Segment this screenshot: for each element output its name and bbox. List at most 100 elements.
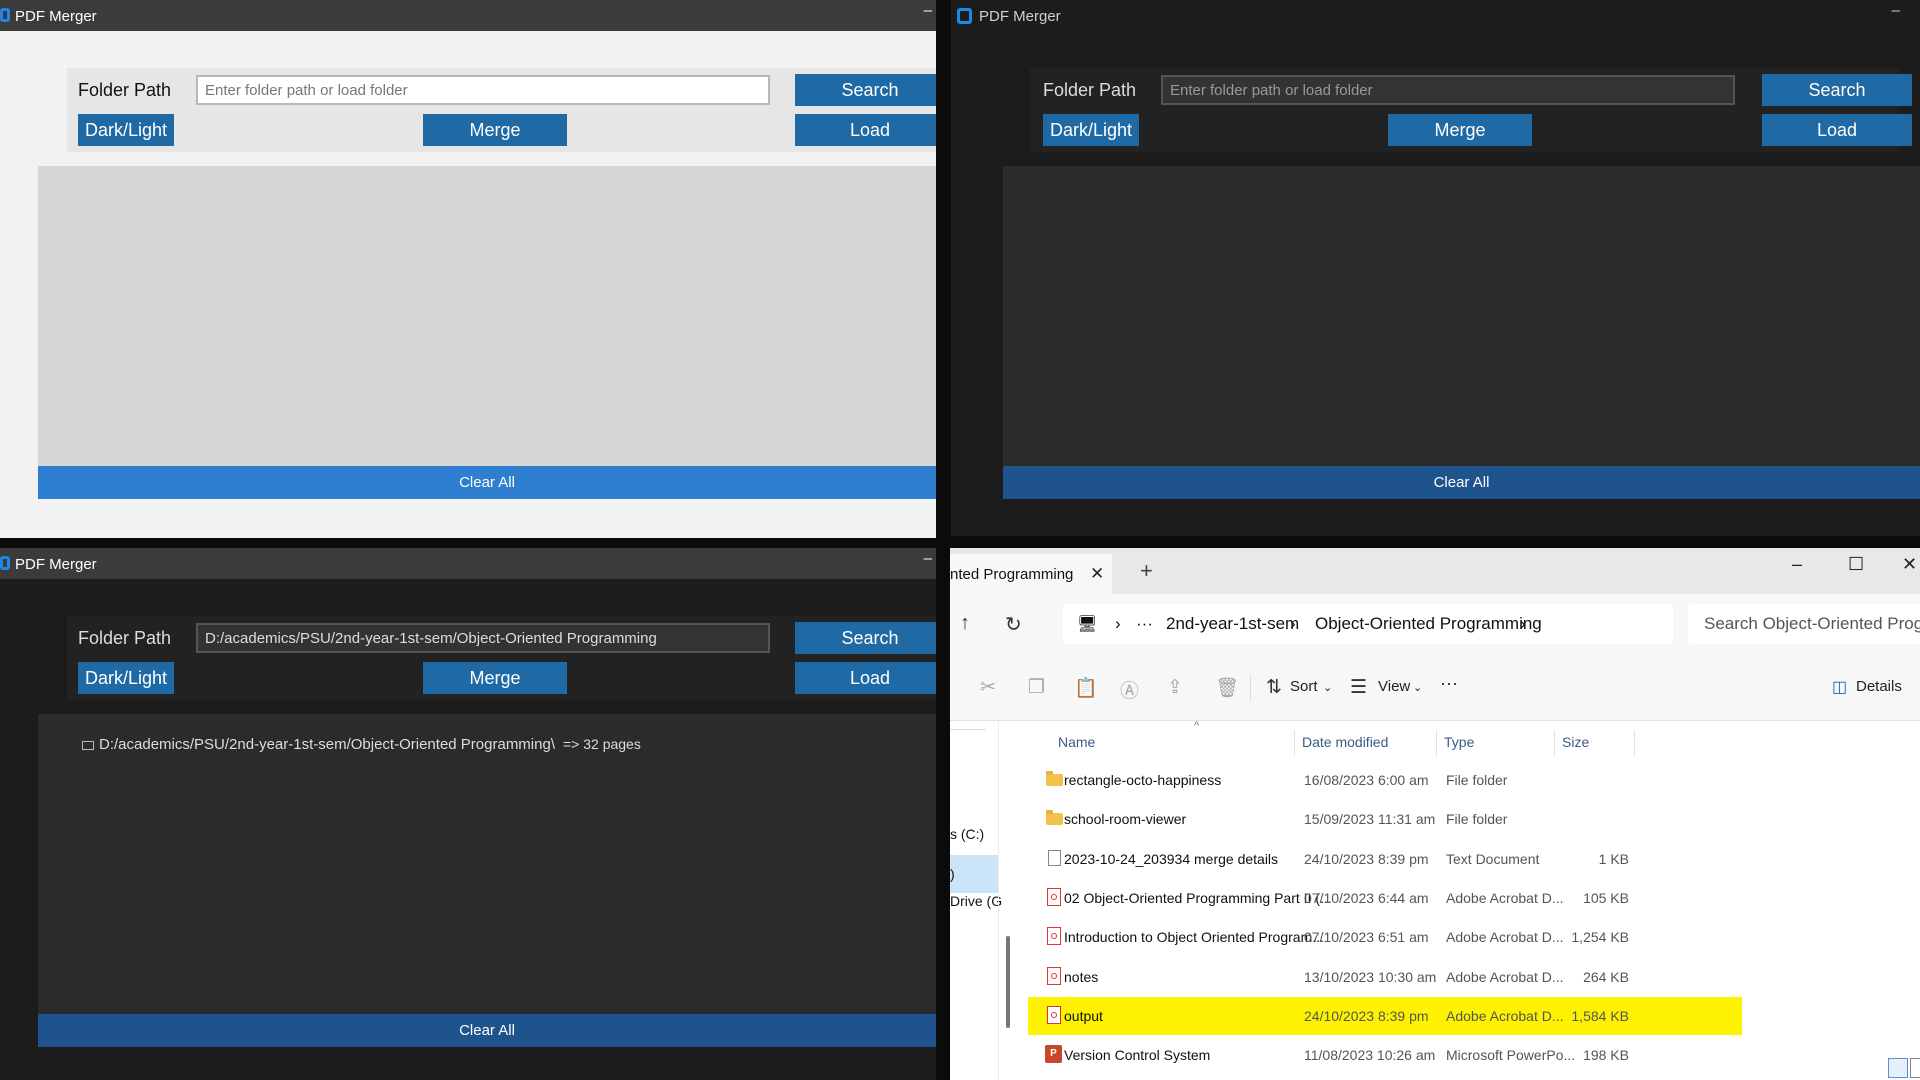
pdf-icon — [1047, 1005, 1061, 1024]
app-icon — [0, 8, 10, 22]
load-button[interactable]: Load — [1762, 114, 1912, 146]
pdf-icon — [1047, 887, 1061, 906]
copy-icon[interactable]: ❐ — [1028, 676, 1045, 699]
file-size: 105 KB — [1583, 889, 1629, 906]
column-header-size[interactable]: Size — [1562, 734, 1589, 750]
merge-button[interactable]: Merge — [423, 114, 567, 146]
file-row[interactable]: notes 13/10/2023 10:30 am Adobe Acrobat D.… — [1028, 958, 1742, 996]
tree-item-folder[interactable]: D:/academics/PSU/2nd-year-1st-sem/Object… — [82, 736, 641, 753]
minimize-button[interactable]: – — [1892, 2, 1900, 19]
refresh-icon[interactable]: ↻ — [1005, 612, 1022, 637]
file-row[interactable]: P Version Control System 11/08/2023 10:26 … — [1028, 1036, 1742, 1074]
minimize-button[interactable]: – — [924, 2, 932, 19]
folder-path-input[interactable] — [196, 623, 770, 653]
file-list-area[interactable] — [1003, 166, 1920, 466]
minimize-button[interactable]: – — [1792, 554, 1802, 575]
load-button[interactable]: Load — [795, 114, 936, 146]
load-button[interactable]: Load — [795, 662, 936, 694]
thumbnail-view-icon[interactable] — [1910, 1058, 1920, 1078]
column-divider — [1294, 730, 1295, 756]
nav-item-drive-c[interactable]: s (C:) — [950, 826, 984, 842]
column-header-name[interactable]: Name — [1058, 734, 1095, 750]
file-name: Version Control System — [1064, 1047, 1211, 1064]
file-size: 264 KB — [1583, 968, 1629, 985]
file-date: 15/09/2023 11:31 am — [1304, 811, 1436, 828]
search-button[interactable]: Search — [795, 622, 936, 654]
details-button[interactable]: Details — [1856, 678, 1902, 695]
maximize-button[interactable]: ☐ — [1848, 554, 1864, 575]
column-header-date[interactable]: Date modified — [1302, 734, 1388, 750]
paste-icon[interactable]: 📋 — [1074, 676, 1098, 700]
file-name: rectangle-octo-happiness — [1064, 772, 1222, 788]
file-row[interactable]: school-room-viewer 15/09/2023 11:31 am Fil… — [1028, 800, 1742, 838]
nav-item-drive-g[interactable]: Drive (G — [950, 893, 1002, 909]
close-tab-icon[interactable]: ✕ — [1090, 564, 1104, 584]
sort-button[interactable]: Sort — [1290, 678, 1318, 695]
file-date: 07/10/2023 6:51 am — [1304, 929, 1429, 946]
minimize-button[interactable]: – — [924, 550, 932, 567]
app-icon — [957, 8, 972, 24]
chevron-right-icon: › — [1290, 614, 1296, 633]
share-icon[interactable]: ⇪ — [1167, 676, 1183, 699]
file-size: 1,254 KB — [1571, 929, 1629, 946]
file-name: school-room-viewer — [1064, 811, 1187, 828]
file-date: 24/10/2023 8:39 pm — [1304, 1007, 1429, 1024]
file-row[interactable]: 02 Object-Oriented Programming Part II (… — [1028, 879, 1742, 917]
file-row[interactable]: 2023-10-24_203934 merge details 24/10/202… — [1028, 840, 1742, 878]
merge-button[interactable]: Merge — [1388, 114, 1532, 146]
close-button[interactable]: ✕ — [1902, 554, 1917, 575]
dark-light-button[interactable]: Dark/Light — [1043, 114, 1139, 146]
file-list-area[interactable]: D:/academics/PSU/2nd-year-1st-sem/Object… — [38, 714, 936, 1014]
window-title: PDF Merger — [15, 556, 97, 573]
nav-item-selected[interactable]: ) — [950, 855, 998, 893]
clear-all-button[interactable]: Clear All — [1003, 466, 1920, 499]
column-divider — [1634, 730, 1635, 756]
file-row[interactable]: output 24/10/2023 8:39 pm Adobe Acrobat D.… — [1028, 996, 1742, 1035]
nav-pane-header-line — [950, 729, 986, 730]
navigation-bar: ↑ ↻ 🖥 › ··· 2nd-year-1st-sem › Object-Or… — [950, 594, 1920, 656]
address-bar[interactable]: 🖥 › ··· 2nd-year-1st-sem › Object-Orient… — [1063, 604, 1673, 644]
new-tab-icon[interactable]: + — [1140, 558, 1153, 584]
rename-icon[interactable]: Ⓐ — [1120, 676, 1139, 703]
title-bar: PDF Merger – — [951, 0, 1920, 31]
view-button[interactable]: View — [1378, 678, 1410, 695]
search-button[interactable]: Search — [1762, 74, 1912, 106]
file-list-area[interactable] — [38, 166, 936, 466]
chevron-right-icon: › — [1520, 614, 1526, 633]
folder-path-input[interactable] — [196, 75, 770, 105]
file-size: 1 KB — [1598, 850, 1629, 867]
tab-object-oriented-programming[interactable]: nted Programming ✕ — [950, 554, 1112, 594]
more-path-icon[interactable]: ··· — [1136, 614, 1153, 634]
title-bar: PDF Merger – — [0, 548, 936, 579]
pdf-merger-window-dark: PDF Merger – Folder Path Search Dark/Lig… — [951, 0, 1920, 536]
pdf-merger-window-loaded: PDF Merger – Folder Path Search Dark/Lig… — [0, 548, 936, 1080]
breadcrumb-item[interactable]: 2nd-year-1st-sem — [1166, 614, 1299, 634]
nav-scrollbar[interactable] — [1006, 936, 1010, 1028]
text-file-icon — [1048, 849, 1061, 866]
file-name: 02 Object-Oriented Programming Part II (… — [1064, 889, 1332, 906]
delete-icon[interactable]: 🗑 — [1215, 676, 1239, 700]
cut-icon[interactable]: ✂ — [980, 676, 996, 699]
search-box[interactable]: Search Object-Oriented Progra — [1688, 604, 1920, 644]
details-pane-icon: ◫ — [1832, 679, 1848, 696]
folder-path-input[interactable] — [1161, 75, 1735, 105]
up-arrow-icon[interactable]: ↑ — [960, 612, 970, 635]
merge-button[interactable]: Merge — [423, 662, 567, 694]
window-title: PDF Merger — [15, 8, 97, 25]
search-button[interactable]: Search — [795, 74, 936, 106]
ppt-icon: P — [1045, 1045, 1062, 1064]
column-header-type[interactable]: Type — [1444, 734, 1474, 750]
file-row[interactable]: Introduction to Object Oriented Program.… — [1028, 918, 1742, 956]
clear-all-button[interactable]: Clear All — [38, 466, 936, 499]
chevron-down-icon: ⌄ — [1413, 682, 1423, 694]
breadcrumb-item[interactable]: Object-Oriented Programming — [1315, 614, 1542, 634]
dark-light-button[interactable]: Dark/Light — [78, 114, 174, 146]
clear-all-button[interactable]: Clear All — [38, 1014, 936, 1047]
more-options-icon[interactable]: ··· — [1440, 673, 1458, 694]
file-row[interactable]: rectangle-octo-happiness 16/08/2023 6:00 … — [1028, 761, 1742, 799]
view-icon: ☰ — [1350, 677, 1368, 698]
this-pc-icon[interactable]: 🖥 — [1077, 614, 1097, 634]
chevron-right-icon: › — [1115, 614, 1121, 633]
dark-light-button[interactable]: Dark/Light — [78, 662, 174, 694]
details-view-icon[interactable] — [1888, 1058, 1908, 1078]
